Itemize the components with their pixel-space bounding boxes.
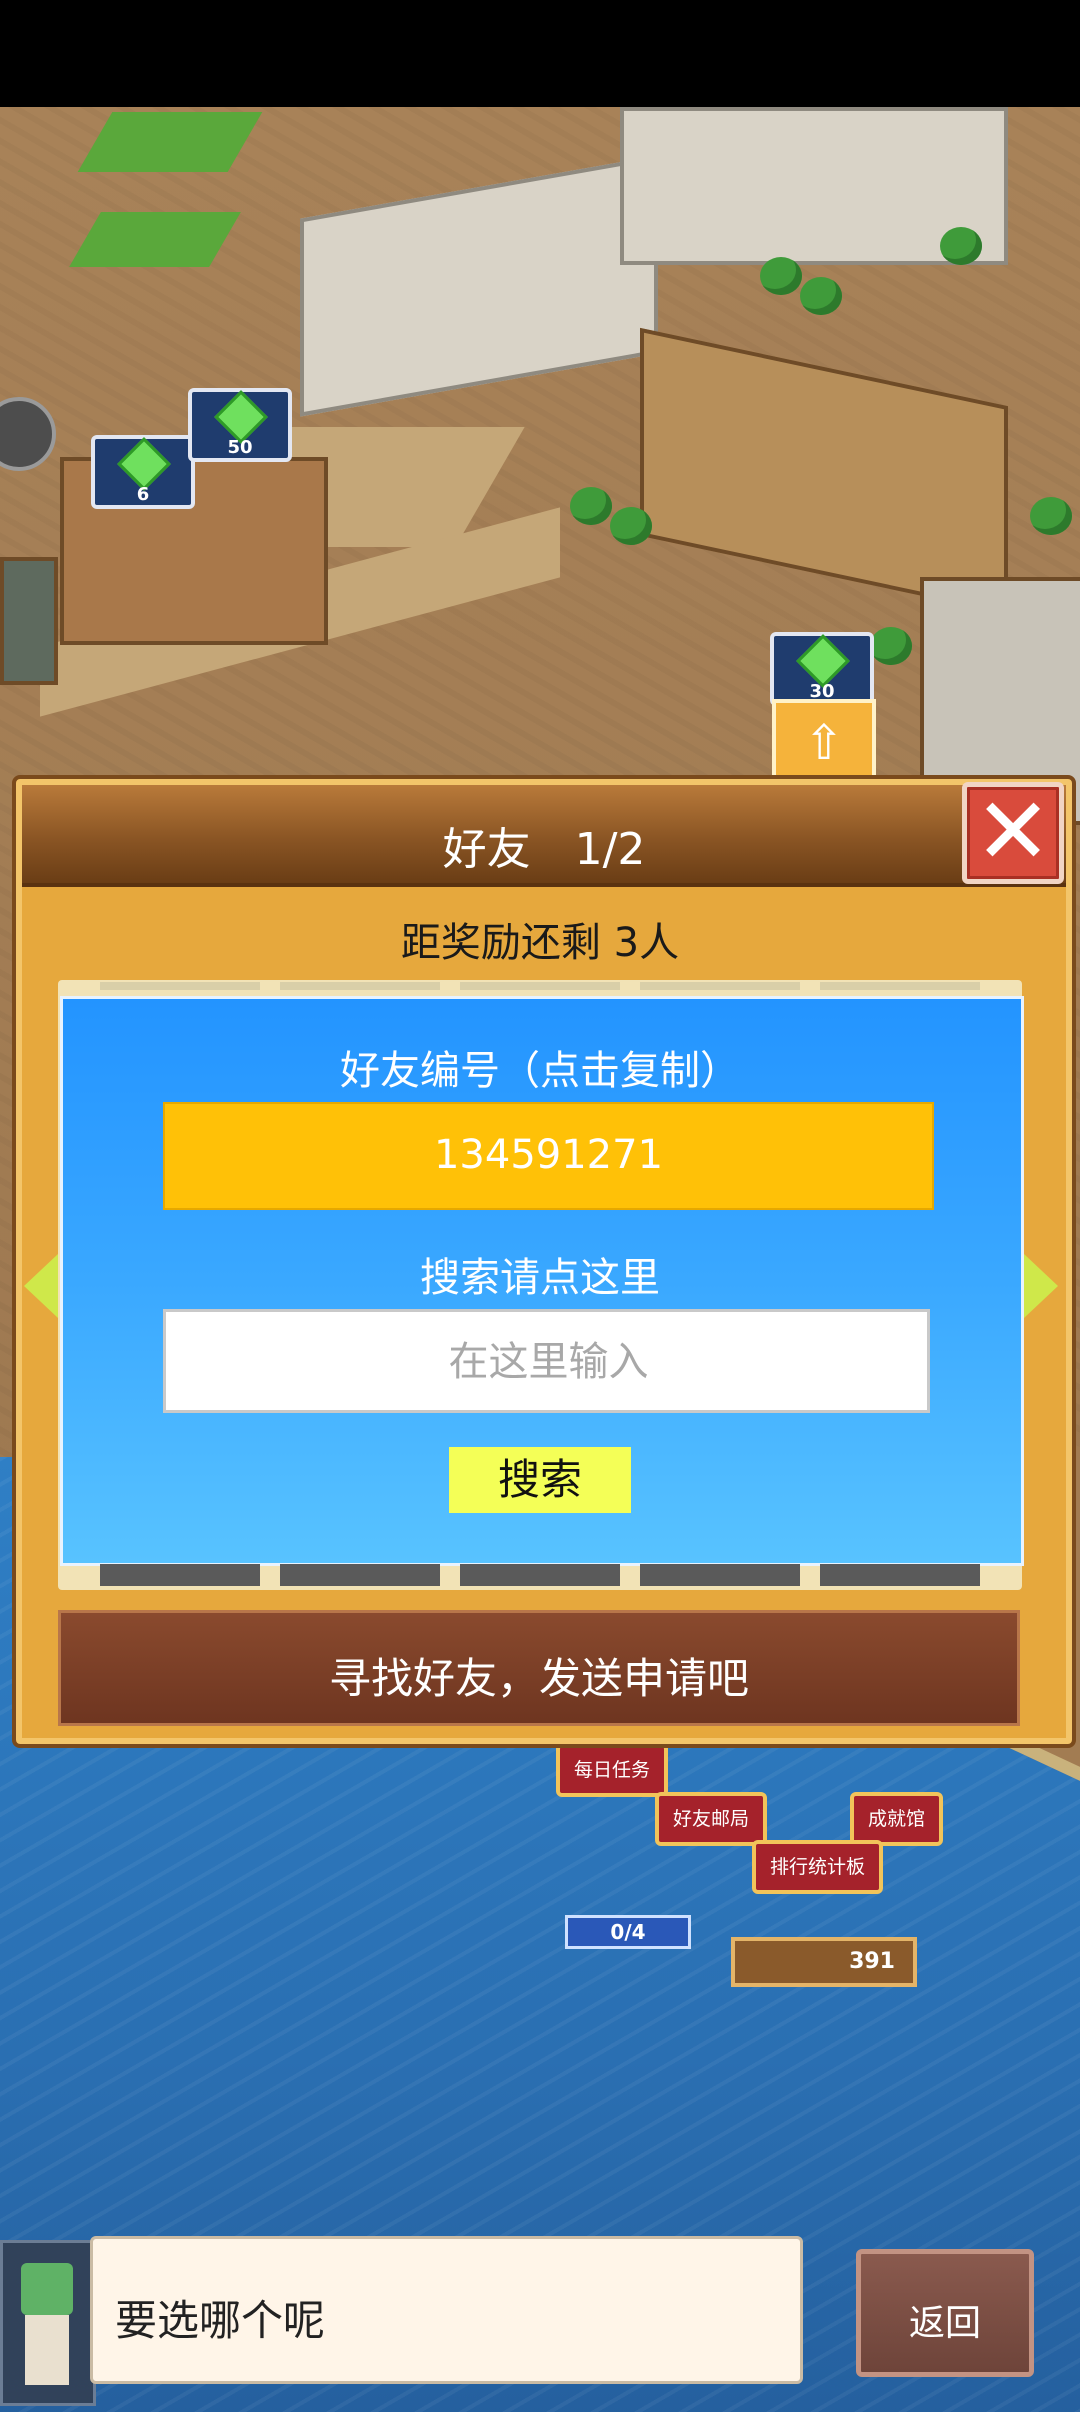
building[interactable] <box>0 557 58 685</box>
friend-mail-sign[interactable]: 好友邮局 <box>655 1792 768 1846</box>
tree <box>870 627 912 665</box>
map-counter-value: 0/4 <box>610 1920 646 1944</box>
map-sign-value: 391 <box>849 1949 895 1974</box>
tree <box>610 507 652 545</box>
map-counter: 0/4 <box>565 1915 691 1949</box>
slot-bar <box>280 982 440 990</box>
gem-badge[interactable]: 50 <box>188 388 292 462</box>
dialog-title: 好友 1/2 <box>442 824 646 875</box>
gem-badge[interactable]: 6 <box>91 435 195 509</box>
gem-icon <box>214 390 268 444</box>
close-icon: ✕ <box>974 778 1052 885</box>
speech-text: 要选哪个呢 <box>115 2296 326 2345</box>
upgrade-arrow-icon[interactable]: ⇧ <box>772 699 876 787</box>
dialog-header: 好友 1/2 <box>22 785 1066 887</box>
slot-bar <box>820 982 980 990</box>
daily-tasks-sign[interactable]: 每日任务 <box>556 1743 669 1797</box>
back-button-label: 返回 <box>908 2303 981 2344</box>
gem-icon <box>796 634 850 688</box>
avatar-body <box>25 2315 69 2385</box>
friend-id-label: 好友编号（点击复制） <box>340 1048 740 1094</box>
next-page-arrow-icon[interactable] <box>1024 1254 1058 1318</box>
find-friends-text: 寻找好友，发送申请吧 <box>328 1654 749 1703</box>
reward-remaining-text: 距奖励还剩 3人 <box>400 920 680 966</box>
search-input[interactable] <box>163 1309 931 1413</box>
achievements-label: 成就馆 <box>868 1808 926 1830</box>
friend-id-copy-button[interactable]: 134591271 <box>163 1102 934 1210</box>
search-input-field[interactable] <box>166 1312 931 1412</box>
slot-bar <box>100 1564 260 1586</box>
gem-count: 50 <box>227 437 253 458</box>
slot-bar <box>640 982 800 990</box>
slot-bar <box>100 982 260 990</box>
friend-id-value: 134591271 <box>433 1132 664 1178</box>
slot-bar <box>820 1564 980 1586</box>
prev-page-arrow-icon[interactable] <box>24 1254 58 1318</box>
friend-mail-label: 好友邮局 <box>673 1808 750 1830</box>
slot-bar <box>280 1564 440 1586</box>
map-sign: 391 <box>731 1937 917 1987</box>
tree <box>940 227 982 265</box>
avatar-head <box>21 2263 73 2315</box>
tree <box>570 487 612 525</box>
back-button[interactable]: 返回 <box>856 2249 1034 2377</box>
speech-bubble: 要选哪个呢 <box>90 2236 803 2384</box>
gem-badge[interactable]: 30 <box>770 632 874 706</box>
leaderboard-sign[interactable]: 排行统计板 <box>752 1840 884 1894</box>
slot-bar <box>460 1564 620 1586</box>
tree <box>800 277 842 315</box>
tree <box>760 257 802 295</box>
slot-bar <box>640 1564 800 1586</box>
gem-icon <box>117 437 171 491</box>
gem-count: 6 <box>136 484 150 505</box>
character-avatar <box>0 2240 96 2406</box>
achievements-sign[interactable]: 成就馆 <box>850 1792 944 1846</box>
search-label: 搜索请点这里 <box>420 1255 660 1301</box>
status-bar <box>0 0 1080 107</box>
tree <box>1030 497 1072 535</box>
search-button[interactable]: 搜索 <box>449 1447 631 1513</box>
close-button[interactable]: ✕ <box>962 782 1064 884</box>
find-friends-banner[interactable]: 寻找好友，发送申请吧 <box>58 1610 1020 1726</box>
daily-tasks-label: 每日任务 <box>574 1759 651 1781</box>
slot-bar <box>460 982 620 990</box>
leaderboard-label: 排行统计板 <box>770 1856 866 1878</box>
